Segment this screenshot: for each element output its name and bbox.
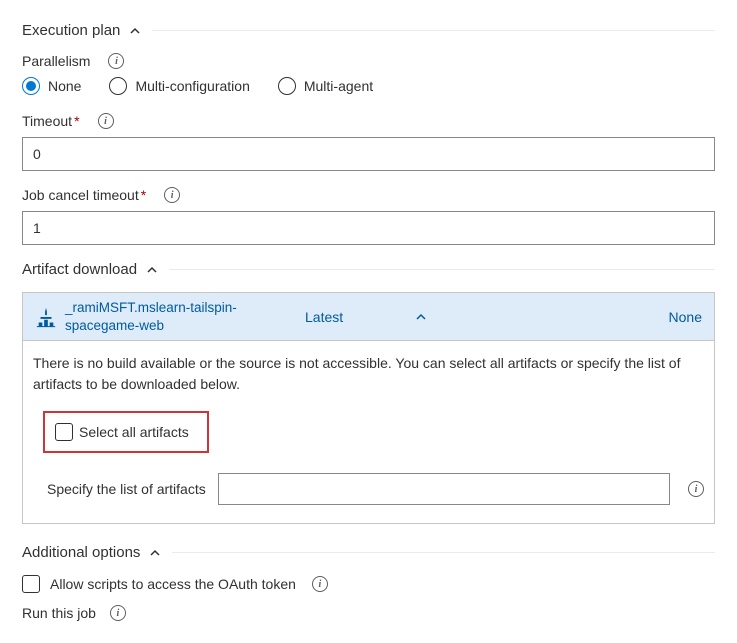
- radio-label: Multi-agent: [304, 78, 373, 94]
- chevron-up-icon: [145, 263, 159, 277]
- divider: [169, 269, 715, 270]
- required-asterisk: *: [74, 113, 79, 129]
- divider: [172, 552, 715, 553]
- allow-scripts-checkbox[interactable]: [22, 575, 40, 593]
- job-cancel-timeout-label: Job cancel timeout: [22, 187, 139, 203]
- section-header-artifact-download[interactable]: Artifact download: [22, 261, 715, 278]
- specify-artifacts-input[interactable]: [218, 473, 670, 505]
- timeout-label: Timeout: [22, 113, 72, 129]
- radio-option-multi-agent[interactable]: Multi-agent: [278, 77, 373, 95]
- info-icon[interactable]: i: [110, 605, 126, 621]
- radio-label: Multi-configuration: [135, 78, 249, 94]
- radio-icon: [278, 77, 296, 95]
- select-all-label: Select all artifacts: [79, 424, 189, 440]
- timeout-input[interactable]: [22, 137, 715, 171]
- section-title: Artifact download: [22, 261, 137, 278]
- info-icon[interactable]: i: [312, 576, 328, 592]
- section-title: Additional options: [22, 544, 140, 561]
- build-icon: [35, 306, 57, 328]
- timeout-field: Timeout* i: [22, 113, 715, 171]
- info-icon[interactable]: i: [164, 187, 180, 203]
- artifact-header[interactable]: _ramiMSFT.mslearn-tailspin-spacegame-web…: [23, 293, 714, 341]
- section-title: Execution plan: [22, 22, 120, 39]
- job-cancel-timeout-input[interactable]: [22, 211, 715, 245]
- radio-icon: [22, 77, 40, 95]
- allow-scripts-row: Allow scripts to access the OAuth token …: [22, 575, 715, 593]
- allow-scripts-label: Allow scripts to access the OAuth token: [50, 576, 296, 592]
- section-header-additional-options[interactable]: Additional options: [22, 544, 715, 561]
- specify-artifacts-label: Specify the list of artifacts: [47, 481, 206, 497]
- chevron-up-icon: [128, 24, 142, 38]
- parallelism-field: Parallelism i None Multi-configuration M…: [22, 53, 715, 95]
- chevron-up-icon[interactable]: [415, 311, 427, 323]
- run-this-job-row: Run this job i: [22, 605, 715, 621]
- info-icon[interactable]: i: [108, 53, 124, 69]
- select-all-checkbox[interactable]: [55, 423, 73, 441]
- radio-option-none[interactable]: None: [22, 77, 81, 95]
- parallelism-label: Parallelism: [22, 53, 90, 69]
- artifact-name-link[interactable]: _ramiMSFT.mslearn-tailspin-spacegame-web: [65, 299, 265, 334]
- info-icon[interactable]: i: [98, 113, 114, 129]
- divider: [152, 30, 715, 31]
- chevron-up-icon: [148, 546, 162, 560]
- section-header-execution-plan[interactable]: Execution plan: [22, 22, 715, 39]
- info-icon[interactable]: i: [688, 481, 704, 497]
- select-all-artifacts-highlight: Select all artifacts: [43, 411, 209, 453]
- artifact-version-link[interactable]: Latest: [305, 309, 343, 325]
- artifact-body: There is no build available or the sourc…: [23, 341, 714, 523]
- artifact-panel: _ramiMSFT.mslearn-tailspin-spacegame-web…: [22, 292, 715, 524]
- required-asterisk: *: [141, 187, 146, 203]
- radio-icon: [109, 77, 127, 95]
- artifact-message: There is no build available or the sourc…: [33, 353, 704, 395]
- specify-artifacts-row: Specify the list of artifacts i: [47, 473, 704, 505]
- radio-option-multi-config[interactable]: Multi-configuration: [109, 77, 249, 95]
- job-cancel-timeout-field: Job cancel timeout* i: [22, 187, 715, 245]
- run-this-job-label: Run this job: [22, 605, 96, 621]
- artifact-selection-link[interactable]: None: [669, 309, 702, 325]
- radio-label: None: [48, 78, 81, 94]
